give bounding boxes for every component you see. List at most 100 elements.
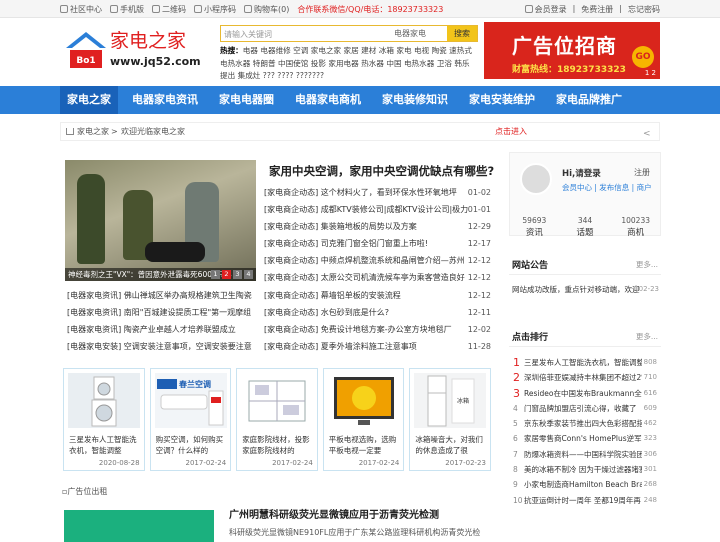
phone-icon [110,5,118,13]
product-card[interactable]: 三星发布人工智能洗衣机，智能调整 2020-08-28 [63,368,145,471]
product-cards: 三星发布人工智能洗衣机，智能调整 2020-08-28 春兰空调 购买空调，如何… [63,368,491,471]
search-input[interactable]: 请输入关键词 [224,29,272,40]
list-item[interactable]: [家电商企动态] 司克雅门窗全铝门窗重上市啦! 12-17 [264,235,491,252]
qrcode-link[interactable]: 二维码 [152,4,186,15]
rank-item[interactable]: 1 三星发布人工智能洗衣机，智能调整 808 [511,355,659,370]
hot-search-words[interactable]: 电器 电器维修 空调 家电之家 家居 建材 冰箱 家电 电视 陶瓷 速热式电热水… [220,46,472,80]
ad-pager[interactable]: 1 2 [645,69,656,77]
community-link[interactable]: 社区中心 [60,4,102,15]
nav-business[interactable]: 电器家电商机 [288,86,368,114]
feature-image[interactable] [64,510,214,542]
slide-dots: 1 2 3 4 [211,270,253,279]
notice-item[interactable]: 网站成功改版，重点针对移动端，欢迎 02-23 [512,284,659,295]
list-item[interactable]: [家电商企动态] 太原公交司机清洗候车亭为乘客营造良好 12-12 [264,269,491,286]
product-card[interactable]: 春兰空调 购买空调，如何购买空调？什么样的 2017-02-24 [149,368,232,471]
notice-title: 网站公告 [512,261,549,271]
breadcrumb: 家电之家 > 欢迎光临家电之家 点击进入 < [60,122,660,141]
card-title: 三星发布人工智能洗衣机，智能调整 [69,435,137,455]
list-item[interactable]: [电器家电资讯] 佛山禅城区举办高规格建筑卫生陶瓷 [67,287,262,304]
stat-business[interactable]: 100233 商机 [610,214,661,240]
register-link[interactable]: 免费注册 [581,4,613,15]
list-item[interactable]: [家电商企动态] 夏季外墙涂料施工注意事项 11-28 [264,338,491,355]
header-ad-banner[interactable]: 广告位招商 财富热线：18923733323 GO 1 2 [484,22,660,79]
register-button[interactable]: 注册 [634,167,650,178]
slide-dot[interactable]: 2 [222,270,231,279]
forgot-password-link[interactable]: 忘记密码 [628,4,660,15]
rank-item[interactable]: 7 防爆冰箱资料——中国科学院实验团 306 [511,447,659,462]
nav-brand[interactable]: 家电品牌推广 [549,86,629,114]
login-prompt[interactable]: Hi,请登录 [562,167,601,179]
login-link[interactable]: 会员登录 [524,4,567,15]
nav-home[interactable]: 家电之家 [60,86,118,114]
product-card[interactable]: 冰箱 冰箱噪音大，对我们的休息造成了很 2017-02-23 [409,368,491,471]
rank-more-link[interactable]: 更多... [636,331,658,342]
enter-link[interactable]: 点击进入 [495,123,527,140]
stat-topics[interactable]: 344 话题 [560,214,611,240]
product-card[interactable]: 平板电视选购，选购平板电视一定要 2017-02-24 [322,368,405,471]
news-list: [家电商企动态] 这个材料火了，看到环保水性环氧地坪 01-02 [家电商企动态]… [264,184,491,355]
card-date: 2017-02-23 [445,459,486,467]
card-date: 2020-08-28 [98,459,140,467]
house-logo-icon: Bo1 [66,32,106,68]
user-links[interactable]: 会员中心 | 发布信息 | 商户 [562,182,652,193]
search-category-select[interactable]: 电器家电 [394,28,426,39]
list-item[interactable]: [家电商企动态] 这个材料火了，看到环保水性环氧地坪 01-02 [264,184,491,201]
ad-go-badge: GO [632,46,654,68]
home-icon [66,128,74,135]
nav-install[interactable]: 家电安装维护 [462,86,542,114]
rank-item[interactable]: 3Resideo在中国发布Braukmann全屋净616 [511,386,659,401]
rank-item[interactable]: 4 门窗品牌加盟店引流心得，收藏了 609 [511,401,659,416]
washer-image [68,373,140,428]
miniprogram-icon [194,5,202,13]
product-card[interactable]: 家庭影院线材，投影家庭影院线材的 2017-02-24 [236,368,318,471]
list-item[interactable]: [电器家电资讯] 陶瓷产业卓越人才培养联盟成立 [67,321,262,338]
list-item[interactable]: [家电商企动态] 免费设计地毯方案-办公室方块地毯厂 12-02 [264,321,491,338]
rank-item[interactable]: 8 美的冰箱不制冷 因为干燥过滤器堵塞 301 [511,462,659,477]
rank-item[interactable]: 10 抗亚运倒计时一周年 圣都19周年再 248 [511,493,659,508]
list-item[interactable]: [家电商企动态] 水包砂到底是什么? 12-11 [264,304,491,321]
hot-search-label: 热搜： [220,46,243,55]
featured-slideshow[interactable]: 神经毒剂之王"VX"：曾因意外泄露毒死6000只羊 1 2 3 4 [65,160,256,281]
share-icon[interactable]: < [643,126,653,139]
slide-dot[interactable]: 1 [211,270,220,279]
slide-dot[interactable]: 3 [233,270,242,279]
avatar[interactable] [520,163,552,195]
main-nav: 家电之家 电器家电资讯 家电电器圈 电器家电商机 家电装修知识 家电安装维护 家… [0,86,720,114]
miniprogram-link[interactable]: 小程序码 [194,4,236,15]
slide-dot[interactable]: 4 [244,270,253,279]
site-stats: 59693 资讯 344 话题 100233 商机 [509,214,661,240]
card-date: 2017-02-24 [185,459,227,467]
breadcrumb-home[interactable]: 家电之家 [77,123,109,140]
cables-image [241,373,314,428]
nav-news[interactable]: 电器家电资讯 [125,86,205,114]
cart-link[interactable]: 购物车(0) [244,4,289,15]
feature-title[interactable]: 广州明慧科研级荧光显微镜应用于沥青荧光检测 [229,506,439,521]
fridge-image: 冰箱 [414,373,487,428]
list-item[interactable]: [家电商企动态] 中频点焊机整流系统和晶闸管介绍—苏州 12-12 [264,252,491,269]
list-item[interactable]: [电器家电安装] 空调安装注意事项，空调安装要注意 [67,338,262,355]
rank-item[interactable]: 5 京东秋季家装节推出四大色彩搭配指 462 [511,416,659,431]
mobile-link[interactable]: 手机版 [110,4,144,15]
search-button[interactable]: 搜索 [447,26,477,41]
stat-news[interactable]: 59693 资讯 [509,214,560,240]
bottom-ad-placeholder[interactable]: ▫广告位出租 [62,486,107,497]
headline-link[interactable]: 家用中央空调，家用中央空调优缺点有哪些? [269,163,494,179]
notice-more-link[interactable]: 更多... [636,259,658,270]
rank-item[interactable]: 2 深圳倍菲亚娱减持丰林集团不超过2% 710 [511,370,659,385]
card-title: 冰箱噪音大，对我们的休息造成了很 [415,435,483,455]
logo-url: www.jq52.com [110,55,201,68]
rank-item[interactable]: 9小家电制造商Hamilton Beach Brands268 [511,477,659,492]
list-item[interactable]: [家电商企动态] 幕墙铝单板的安装流程 12-12 [264,287,491,304]
logo-title: 家电之家 [110,30,187,52]
list-item[interactable]: [家电商企动态] 集装箱地板的局势以及方案 12-29 [264,218,491,235]
rank-title: 点击排行 [512,333,549,343]
left-news-list: [电器家电资讯] 佛山禅城区举办高规格建筑卫生陶瓷 [电器家电资讯] 南阳"百城… [67,287,262,355]
search-box: 请输入关键词 电器家电 搜索 [220,25,478,42]
site-logo[interactable]: Bo1 家电之家 www.jq52.com [62,22,212,78]
nav-circle[interactable]: 家电电器圈 [212,86,281,114]
nav-decoration[interactable]: 家电装修知识 [375,86,455,114]
rank-item[interactable]: 6 家居零售商Conn's HomePlus逆军团 323 [511,431,659,446]
ad-title: 广告位招商 [512,34,617,58]
list-item[interactable]: [家电商企动态] 成都KTV装修公司|成都KTV设计公司|极力 01-01 [264,201,491,218]
list-item[interactable]: [电器家电资讯] 南阳"百城建设提质工程"第一观摩组 [67,304,262,321]
